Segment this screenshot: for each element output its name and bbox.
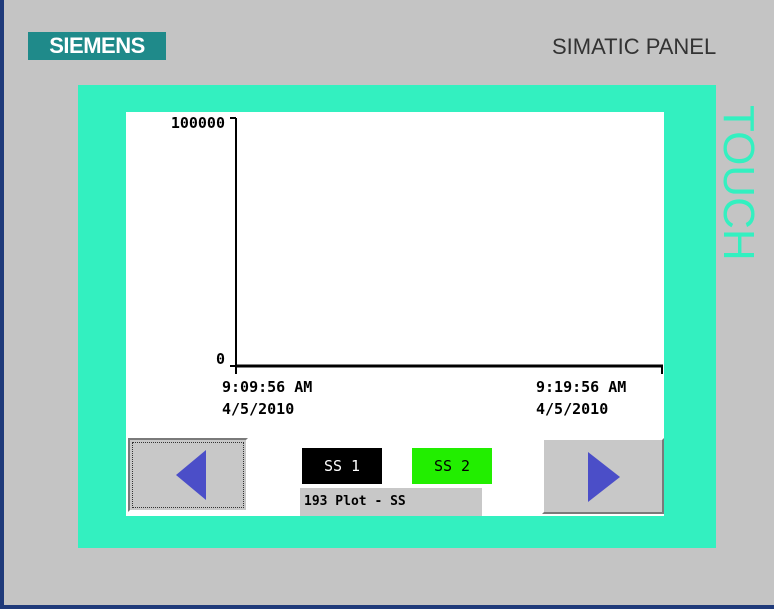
x-end-time: 9:19:56 AM xyxy=(536,378,627,396)
legend-ss1[interactable]: SS 1 xyxy=(302,448,382,484)
siemens-logo: SIEMENS xyxy=(28,32,166,60)
triangle-right-icon xyxy=(588,452,620,502)
x-start-label: 9:09:56 AM 4/5/2010 xyxy=(222,376,312,420)
triangle-left-icon xyxy=(176,450,206,500)
trend-plot[interactable] xyxy=(126,112,664,382)
y-max-label: 100000 xyxy=(170,114,225,132)
x-end-date: 4/5/2010 xyxy=(536,400,609,418)
plot-name-field: 193 Plot - SS xyxy=(300,488,482,516)
previous-button[interactable] xyxy=(128,438,248,512)
y-min-label: 0 xyxy=(215,350,225,368)
simatic-panel-label: SIMATIC PANEL xyxy=(552,34,717,59)
next-button[interactable] xyxy=(542,438,664,514)
x-end-label: 9:19:56 AM 4/5/2010 xyxy=(536,376,626,420)
touch-label: TOUCH xyxy=(714,105,763,261)
x-start-time: 9:09:56 AM xyxy=(222,378,313,396)
legend-ss2[interactable]: SS 2 xyxy=(412,448,492,484)
x-start-date: 4/5/2010 xyxy=(222,400,295,418)
